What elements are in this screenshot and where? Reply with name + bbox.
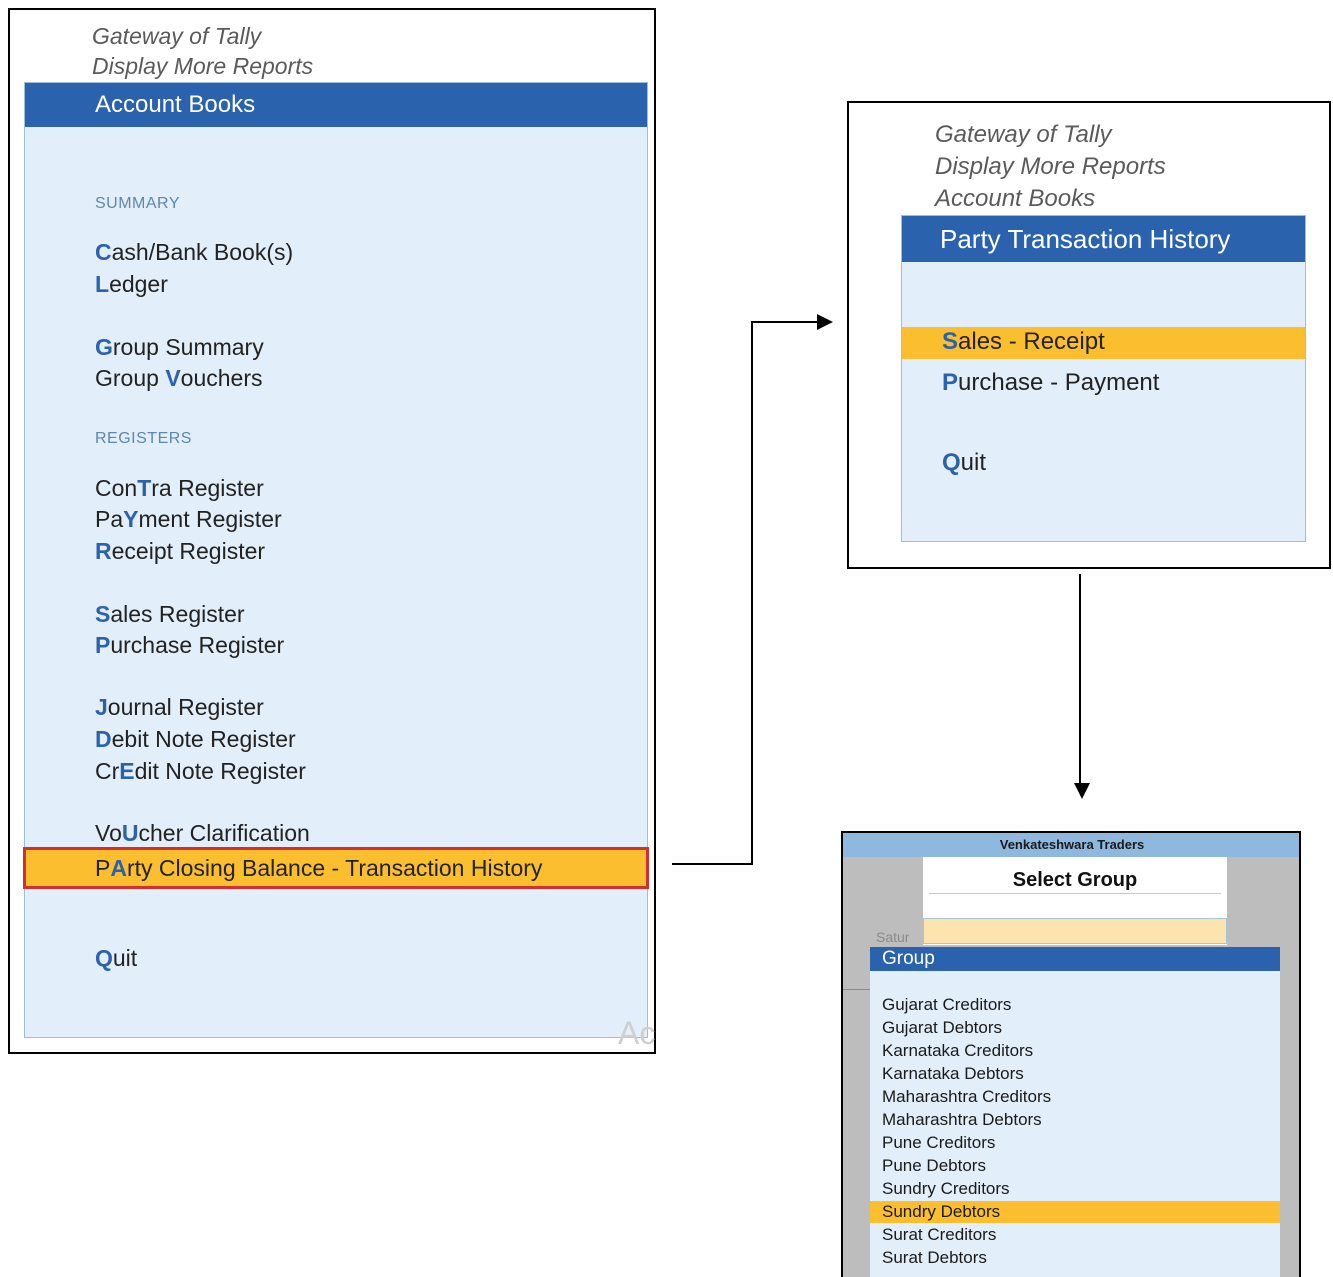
menu-item-purchase-register[interactable]: Purchase Register [95,632,284,659]
list-item[interactable]: Sundry Creditors [882,1179,1010,1199]
hotkey: D [95,726,112,752]
hotkey: Y [123,506,139,532]
behind-text: Satur [876,929,910,945]
hotkey: P [942,369,959,396]
hotkey: S [95,601,111,627]
connector-vertical-down [1079,574,1081,784]
list-item-selected-label: Sundry Debtors [882,1202,1001,1221]
list-item[interactable]: Gujarat Creditors [882,995,1011,1015]
connector-horizontal-bottom [672,863,753,865]
list-item[interactable]: Surat Debtors [882,1248,987,1268]
hotkey: Q [95,945,113,971]
hotkey: Q [942,449,961,476]
hotkey: G [95,334,113,360]
list-item[interactable]: Karnataka Creditors [882,1041,1033,1061]
menu-item-party-closing-balance-label: PArty Closing Balance - Transaction Hist… [95,855,543,881]
menu-item-party-closing-balance[interactable]: PArty Closing Balance - Transaction Hist… [23,847,649,889]
menu-item-contra-register[interactable]: ConTra Register [95,475,264,502]
section-summary: SUMMARY [95,195,180,212]
list-item[interactable]: Pune Debtors [882,1156,986,1176]
hotkey: P [95,632,111,658]
menu-item-group-vouchers[interactable]: Group Vouchers [95,365,263,392]
list-item[interactable]: Maharashtra Debtors [882,1110,1042,1130]
menu-item-voucher-clarification[interactable]: VoUcher Clarification [95,820,310,847]
menu-item-credit-note-register[interactable]: CrEdit Note Register [95,758,306,785]
select-group-screenshot: Venkateshwara Traders Satur Select Group… [841,831,1301,1277]
breadcrumb-gateway: Gateway of Tally [92,23,262,49]
hotkey: U [121,820,139,846]
hotkey: J [95,694,108,720]
breadcrumb-display-more-reports: Display More Reports [92,53,314,79]
connector-vertical [751,321,753,865]
menu-item-payment-register[interactable]: PaYment Register [95,506,282,533]
hotkey: A [110,855,127,881]
dialog-title: Select Group [1012,869,1138,891]
connector-horizontal-top [751,321,819,323]
account-books-screenshot: Gateway of Tally Display More Reports Ac… [8,8,656,1054]
menu-item-sales-receipt-label: Sales - Receipt [942,328,1105,355]
breadcrumb-display-more-reports: Display More Reports [935,153,1166,180]
list-item[interactable]: Surat Creditors [882,1225,996,1245]
hotkey: R [95,538,112,564]
select-group-dialog: Select Group [923,857,1227,945]
menu-item-sales-register[interactable]: Sales Register [95,601,245,628]
list-item[interactable]: Karnataka Debtors [882,1064,1024,1084]
party-transaction-history-menu: Party Transaction History Sales - Receip… [901,215,1306,542]
menu-item-journal-register[interactable]: Journal Register [95,694,264,721]
company-title-bar: Venkateshwara Traders [843,833,1299,857]
hotkey: V [165,365,181,391]
menu-item-quit[interactable]: Quit [95,945,137,972]
breadcrumb-gateway: Gateway of Tally [935,121,1112,148]
hotkey: C [95,239,112,265]
list-item[interactable]: Gujarat Debtors [882,1018,1002,1038]
section-registers: REGISTERS [95,430,192,447]
dialog-divider [929,893,1221,894]
account-books-menu: Account Books SUMMARY Cash/Bank Book(s) … [23,82,649,1038]
menu-title: Party Transaction History [902,216,1305,262]
menu-item-quit[interactable]: Quit [942,449,986,477]
menu-item-group-summary[interactable]: Group Summary [95,334,264,361]
menu-item-receipt-register[interactable]: Receipt Register [95,538,265,565]
arrow-down-icon [1074,783,1090,799]
hotkey: E [119,758,135,784]
arrow-right-icon [817,314,833,330]
menu-item-ledger[interactable]: Ledger [95,271,168,298]
background-divider [843,989,873,990]
menu-item-purchase-payment[interactable]: Purchase - Payment [942,369,1159,397]
list-item-selected[interactable]: Sundry Debtors [870,1201,1280,1223]
hotkey: T [137,475,152,501]
group-list-header: Group [870,947,1280,971]
hotkey: S [942,328,959,355]
group-list-panel: Group Gujarat Creditors Gujarat Debtors … [870,947,1280,1277]
breadcrumb-account-books: Account Books [935,185,1096,212]
list-item[interactable]: Maharashtra Creditors [882,1087,1051,1107]
menu-title: Account Books [25,83,647,127]
watermark-text: Ac [618,1015,656,1051]
menu-item-debit-note-register[interactable]: Debit Note Register [95,726,296,753]
menu-item-cash-bank-books[interactable]: Cash/Bank Book(s) [95,239,293,266]
group-name-input[interactable] [923,918,1227,944]
hotkey: L [95,271,110,297]
menu-item-sales-receipt[interactable]: Sales - Receipt [902,327,1305,359]
party-transaction-history-screenshot: Gateway of Tally Display More Reports Ac… [847,101,1331,569]
list-item[interactable]: Pune Creditors [882,1133,995,1153]
